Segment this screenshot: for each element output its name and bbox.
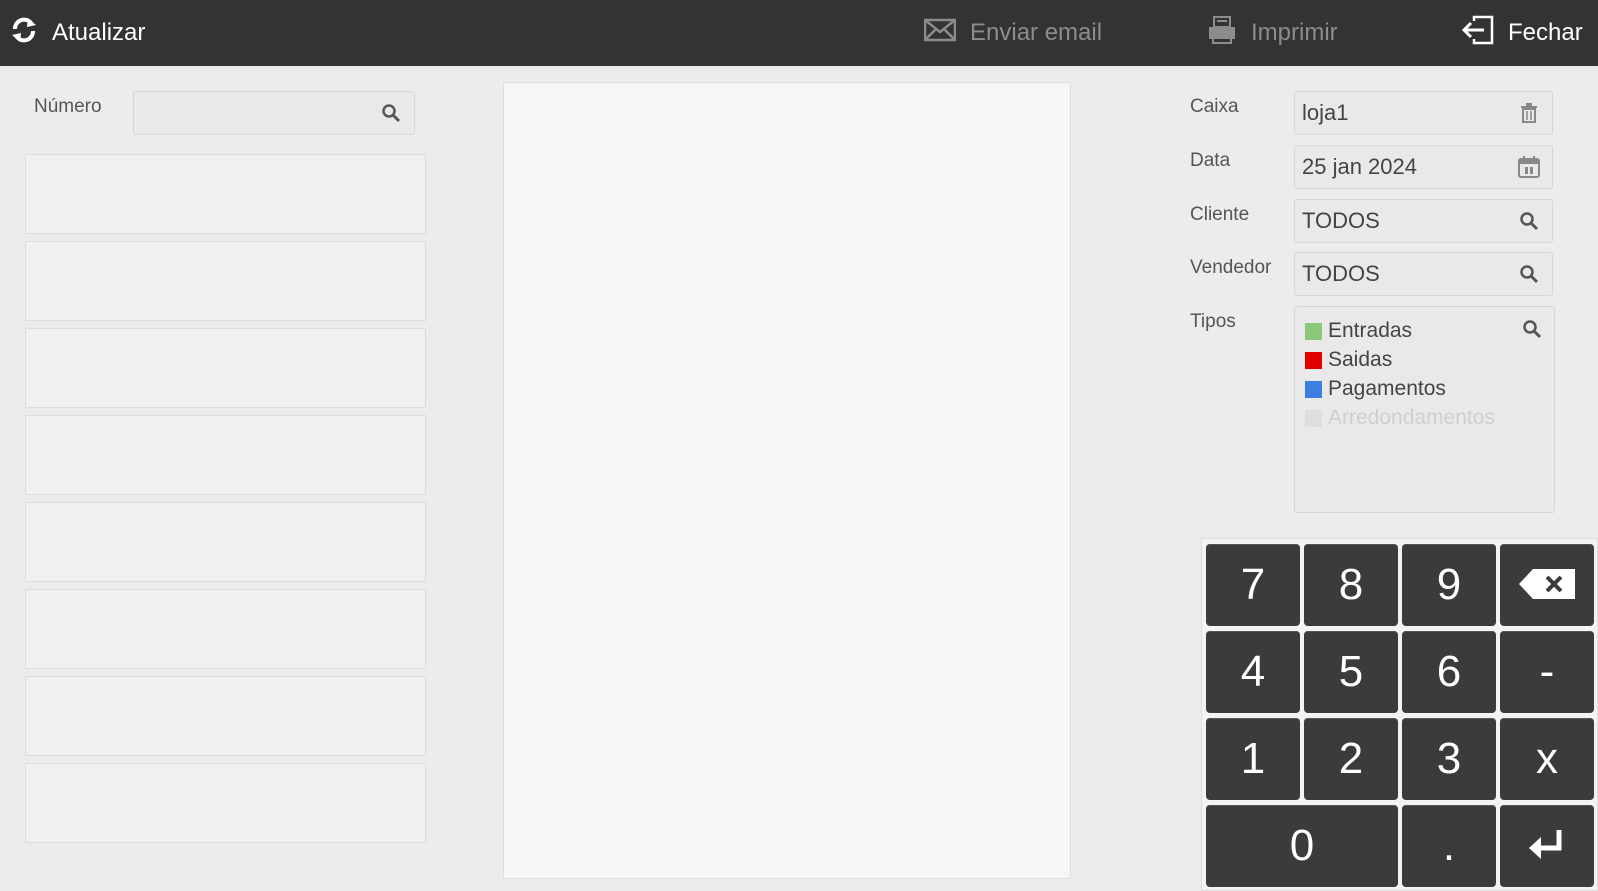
backspace-icon — [1519, 560, 1575, 610]
trash-icon[interactable] — [1518, 102, 1540, 124]
tipo-saidas[interactable]: Saidas — [1305, 348, 1392, 372]
tipo-entradas[interactable]: Entradas — [1305, 319, 1412, 343]
printer-icon — [1207, 15, 1251, 52]
vendedor-field[interactable]: TODOS — [1294, 252, 1553, 296]
arredondamentos-swatch — [1305, 409, 1322, 427]
saidas-swatch — [1305, 351, 1322, 369]
backspace-key[interactable] — [1500, 544, 1594, 626]
date-field[interactable]: 25 jan 2024 — [1294, 145, 1553, 189]
key-5[interactable]: 5 — [1304, 631, 1398, 713]
list-item[interactable] — [25, 502, 426, 582]
search-icon[interactable] — [1522, 319, 1542, 344]
key-decimal[interactable]: . — [1402, 805, 1496, 887]
tipo-label: Entradas — [1328, 319, 1413, 342]
cliente-field[interactable]: TODOS — [1294, 199, 1553, 243]
envelope-icon — [923, 18, 970, 49]
list-item[interactable] — [25, 154, 426, 234]
numeric-keypad: 7 8 9 4 5 6 - 1 2 3 x 0 . — [1201, 538, 1598, 891]
tipo-label: Pagamentos — [1328, 377, 1446, 400]
close-label: Fechar — [1508, 19, 1583, 46]
key-0[interactable]: 0 — [1206, 805, 1398, 887]
caixa-label: Caixa — [1190, 96, 1239, 117]
key-9[interactable]: 9 — [1402, 544, 1496, 626]
refresh-icon — [10, 16, 52, 51]
send-email-button[interactable]: Enviar email — [923, 0, 1103, 66]
key-multiply[interactable]: x — [1500, 718, 1594, 800]
tipos-label: Tipos — [1190, 311, 1236, 332]
send-email-label: Enviar email — [970, 19, 1103, 46]
caixa-value: loja1 — [1302, 100, 1349, 125]
key-7[interactable]: 7 — [1206, 544, 1300, 626]
list-item[interactable] — [25, 676, 426, 756]
list-item[interactable] — [25, 415, 426, 495]
calendar-icon[interactable] — [1518, 156, 1540, 178]
pagamentos-swatch — [1305, 380, 1322, 398]
top-toolbar: Atualizar Enviar email Imprimir Fechar — [0, 0, 1598, 66]
key-1[interactable]: 1 — [1206, 718, 1300, 800]
numero-label: Número — [34, 96, 102, 117]
tipo-pagamentos[interactable]: Pagamentos — [1305, 377, 1446, 401]
cliente-value: TODOS — [1302, 208, 1380, 233]
list-item[interactable] — [25, 241, 426, 321]
list-item[interactable] — [25, 763, 426, 843]
cliente-label: Cliente — [1190, 204, 1250, 225]
data-label: Data — [1190, 150, 1231, 171]
key-6[interactable]: 6 — [1402, 631, 1496, 713]
close-button[interactable]: Fechar — [1460, 0, 1583, 66]
search-icon[interactable] — [1518, 263, 1540, 285]
tipo-label: Arredondamentos — [1328, 406, 1495, 429]
print-button[interactable]: Imprimir — [1207, 0, 1338, 66]
key-minus[interactable]: - — [1500, 631, 1594, 713]
key-3[interactable]: 3 — [1402, 718, 1496, 800]
refresh-label: Atualizar — [52, 19, 146, 46]
document-preview-panel — [503, 82, 1071, 879]
search-icon[interactable] — [380, 102, 402, 124]
tipos-selector[interactable]: Entradas Saidas Pagamentos Arredondament… — [1294, 306, 1555, 513]
tipo-arredondamentos[interactable]: Arredondamentos — [1305, 406, 1495, 430]
key-2[interactable]: 2 — [1304, 718, 1398, 800]
key-4[interactable]: 4 — [1206, 631, 1300, 713]
list-item[interactable] — [25, 328, 426, 408]
print-label: Imprimir — [1251, 19, 1338, 46]
enter-key[interactable] — [1500, 805, 1594, 887]
caixa-field[interactable]: loja1 — [1294, 91, 1553, 135]
entradas-swatch — [1305, 322, 1322, 340]
exit-icon — [1460, 15, 1508, 52]
date-value: 25 jan 2024 — [1302, 154, 1417, 179]
search-icon[interactable] — [1518, 210, 1540, 232]
numero-search-input[interactable] — [133, 91, 415, 135]
vendedor-label: Vendedor — [1190, 257, 1272, 278]
tipo-label: Saidas — [1328, 348, 1393, 371]
vendedor-value: TODOS — [1302, 261, 1380, 286]
list-item[interactable] — [25, 589, 426, 669]
key-8[interactable]: 8 — [1304, 544, 1398, 626]
refresh-button[interactable]: Atualizar — [10, 0, 145, 66]
enter-icon — [1529, 821, 1565, 871]
